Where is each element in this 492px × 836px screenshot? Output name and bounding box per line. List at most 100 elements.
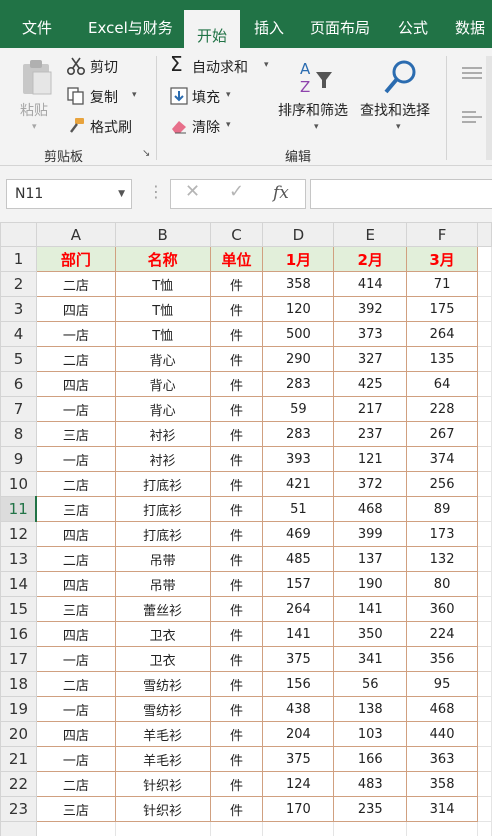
cell-name[interactable]: 背心 <box>114 396 211 422</box>
header-cell-unit[interactable]: 单位 <box>209 246 264 272</box>
empty-cell[interactable] <box>477 371 492 397</box>
cell-mar[interactable]: 224 <box>406 621 478 647</box>
cell-feb[interactable]: 56 <box>333 671 408 697</box>
empty-cell[interactable] <box>477 346 492 372</box>
cell-feb[interactable]: 190 <box>333 571 408 597</box>
cell-name[interactable]: 吊带 <box>114 571 211 597</box>
empty-cell[interactable] <box>477 396 492 422</box>
empty-cell[interactable] <box>477 321 492 347</box>
column-header-c[interactable]: C <box>209 222 264 247</box>
cell-feb[interactable]: 483 <box>333 771 408 797</box>
tab-file[interactable]: 文件 <box>22 0 52 48</box>
cell-mar[interactable]: 173 <box>406 521 478 547</box>
cell-unit[interactable]: 件 <box>209 671 264 697</box>
row-header[interactable]: 11 <box>0 496 38 522</box>
cell-unit[interactable]: 件 <box>209 746 264 772</box>
empty-cell[interactable] <box>477 621 492 647</box>
cell-jan[interactable]: 156 <box>262 671 335 697</box>
row-header[interactable]: 23 <box>0 796 37 822</box>
cell-jan[interactable]: 120 <box>262 296 335 322</box>
cell-unit[interactable]: 件 <box>209 471 264 497</box>
row-header[interactable]: 20 <box>0 721 37 747</box>
cell-jan[interactable]: 358 <box>262 271 335 297</box>
cell-name[interactable]: 背心 <box>114 346 211 372</box>
empty-cell[interactable] <box>477 796 492 822</box>
column-header-g[interactable] <box>477 222 492 247</box>
drag-handle-icon[interactable]: ⋮ <box>148 182 164 201</box>
cell-unit[interactable]: 件 <box>209 621 264 647</box>
row-header[interactable]: 2 <box>0 271 37 297</box>
cut-button[interactable]: 剪切 <box>64 54 150 78</box>
cell-feb[interactable]: 235 <box>333 796 408 822</box>
cell-mar[interactable]: 267 <box>406 421 478 447</box>
cell-mar[interactable]: 132 <box>406 546 478 572</box>
row-header[interactable]: 5 <box>0 346 37 372</box>
cell-jan[interactable]: 393 <box>262 446 335 472</box>
cell-unit[interactable]: 件 <box>209 446 264 472</box>
cell-jan[interactable]: 485 <box>262 546 335 572</box>
empty-cell[interactable] <box>477 496 492 522</box>
column-header-d[interactable]: D <box>262 222 335 247</box>
row-header[interactable]: 7 <box>0 396 37 422</box>
cell-name[interactable]: 羊毛衫 <box>114 746 211 772</box>
row-header[interactable]: 17 <box>0 646 37 672</box>
cell-mar[interactable]: 256 <box>406 471 478 497</box>
cell-mar[interactable]: 264 <box>406 321 478 347</box>
empty-cell[interactable] <box>333 821 408 836</box>
cell-dept[interactable]: 二店 <box>35 346 116 372</box>
row-header[interactable]: 6 <box>0 371 37 397</box>
cell-name[interactable]: 针织衫 <box>114 796 211 822</box>
cell-name[interactable]: 打底衫 <box>114 521 211 547</box>
empty-cell[interactable] <box>477 746 492 772</box>
cell-feb[interactable]: 425 <box>333 371 408 397</box>
cell-mar[interactable]: 175 <box>406 296 478 322</box>
cell-unit[interactable]: 件 <box>209 646 264 672</box>
header-cell-name[interactable]: 名称 <box>114 246 211 272</box>
cell-dept[interactable]: 二店 <box>35 471 116 497</box>
cell-name[interactable]: T恤 <box>114 321 211 347</box>
insert-function-icon[interactable]: fx <box>273 183 289 203</box>
cell-jan[interactable]: 141 <box>262 621 335 647</box>
empty-cell[interactable] <box>477 646 492 672</box>
copy-button[interactable]: 复制 ▾ <box>64 84 150 108</box>
cell-unit[interactable]: 件 <box>209 696 264 722</box>
name-box[interactable]: N11 ▼ <box>6 179 132 209</box>
cell-unit[interactable]: 件 <box>209 596 264 622</box>
cell-mar[interactable]: 360 <box>406 596 478 622</box>
tab-formulas[interactable]: 公式 <box>398 0 428 48</box>
align-lines-icon[interactable] <box>462 66 482 80</box>
cell-dept[interactable]: 四店 <box>35 721 116 747</box>
cell-feb[interactable]: 327 <box>333 346 408 372</box>
row-header[interactable]: 15 <box>0 596 37 622</box>
cell-mar[interactable]: 228 <box>406 396 478 422</box>
cell-dept[interactable]: 一店 <box>35 396 116 422</box>
cell-mar[interactable]: 314 <box>406 796 478 822</box>
cell-name[interactable]: 雪纺衫 <box>114 671 211 697</box>
cell-jan[interactable]: 500 <box>262 321 335 347</box>
cell-mar[interactable]: 64 <box>406 371 478 397</box>
cell-feb[interactable]: 373 <box>333 321 408 347</box>
find-select-button[interactable]: 查找和选择 ▾ <box>360 56 440 142</box>
row-header[interactable]: 3 <box>0 296 37 322</box>
cell-name[interactable]: 吊带 <box>114 546 211 572</box>
empty-cell[interactable] <box>477 771 492 797</box>
cell-dept[interactable]: 一店 <box>35 696 116 722</box>
cell-feb[interactable]: 468 <box>333 496 408 522</box>
cell-feb[interactable]: 166 <box>333 746 408 772</box>
row-header[interactable]: 19 <box>0 696 37 722</box>
cell-feb[interactable]: 217 <box>333 396 408 422</box>
cell-mar[interactable]: 440 <box>406 721 478 747</box>
row-header[interactable]: 14 <box>0 571 37 597</box>
row-header[interactable] <box>0 821 37 836</box>
cell-name[interactable]: T恤 <box>114 271 211 297</box>
cell-unit[interactable]: 件 <box>209 796 264 822</box>
empty-cell[interactable] <box>477 421 492 447</box>
cell-jan[interactable]: 283 <box>262 421 335 447</box>
cell-jan[interactable]: 283 <box>262 371 335 397</box>
row-header[interactable]: 10 <box>0 471 37 497</box>
cell-name[interactable]: 蕾丝衫 <box>114 596 211 622</box>
empty-cell[interactable] <box>477 546 492 572</box>
cell-name[interactable]: 针织衫 <box>114 771 211 797</box>
cell-name[interactable]: 卫衣 <box>114 646 211 672</box>
cell-mar[interactable]: 89 <box>406 496 478 522</box>
